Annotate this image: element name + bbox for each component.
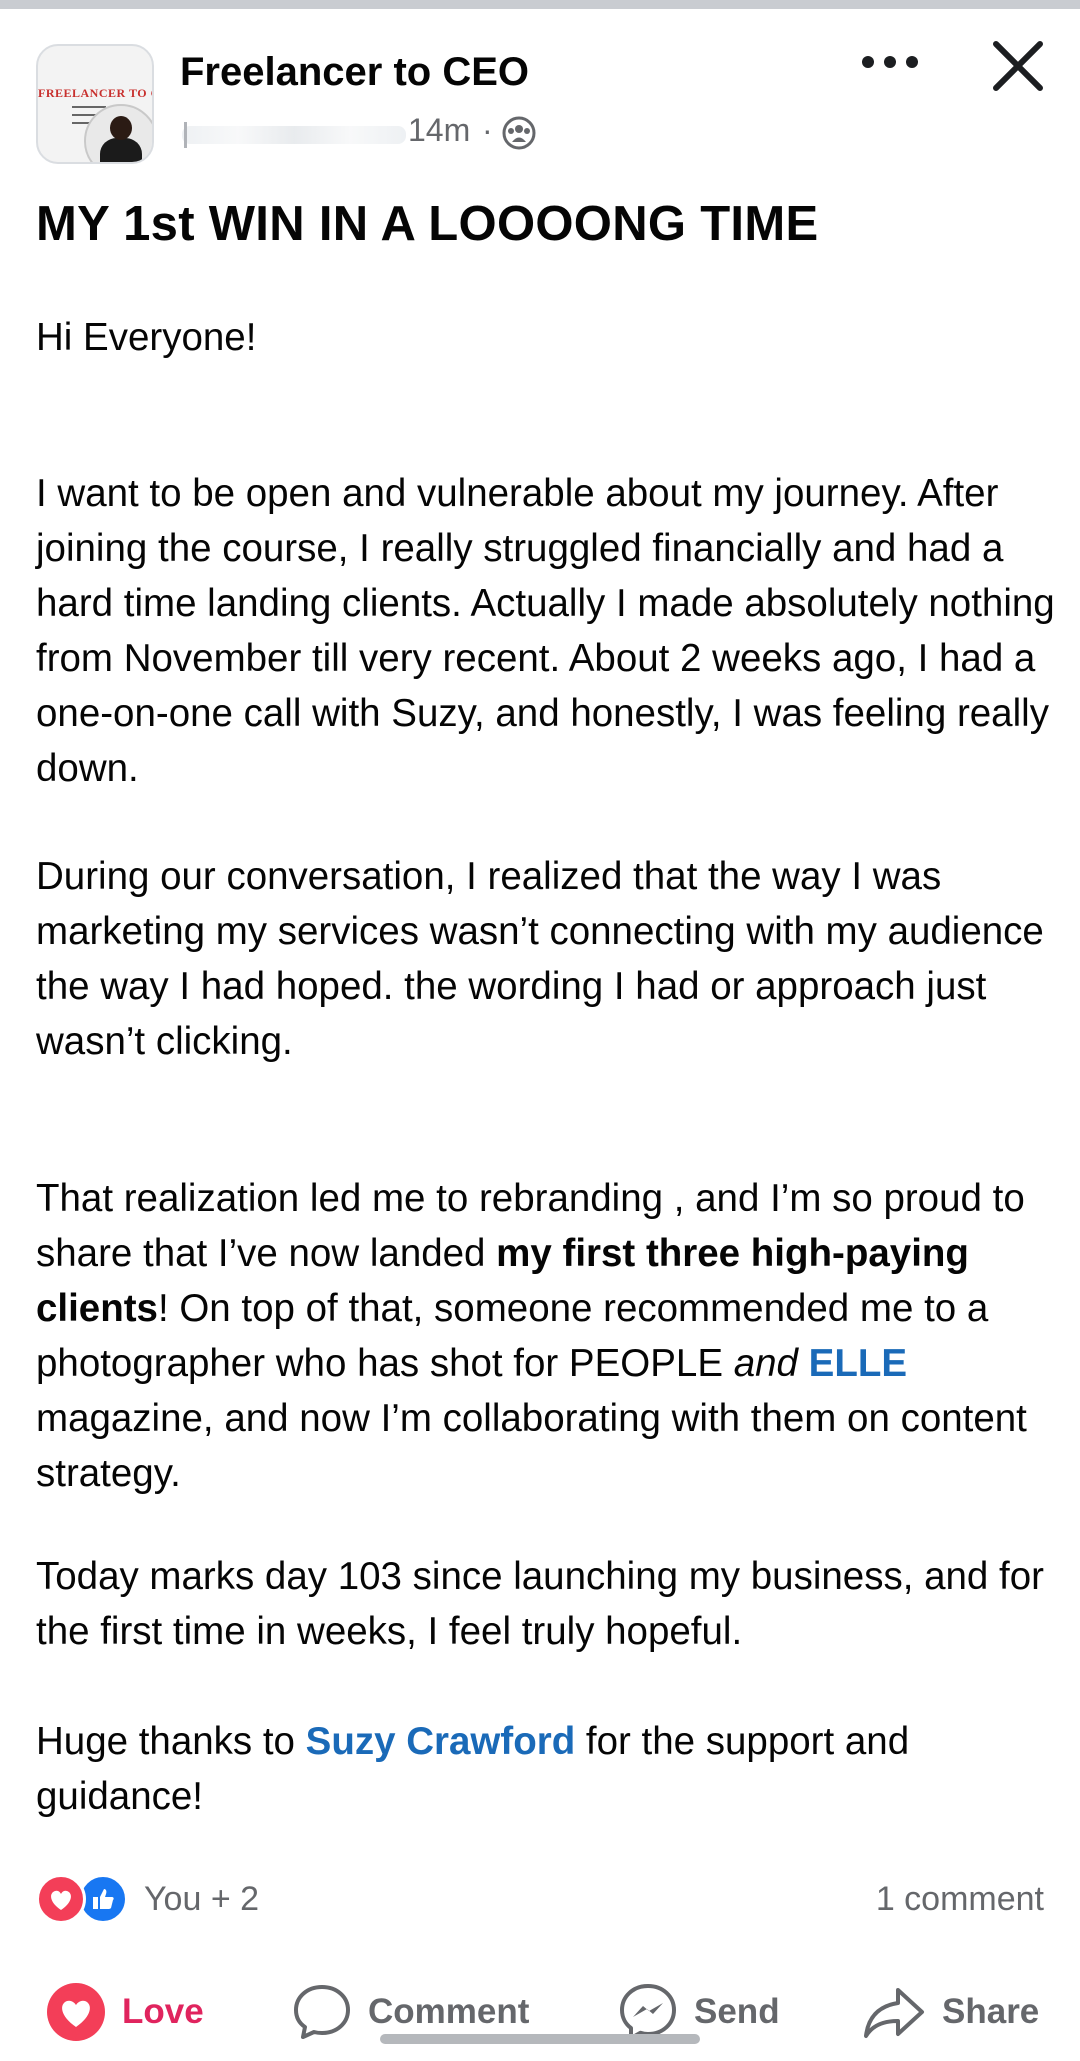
love-label: Love	[122, 1992, 204, 2031]
post-paragraph-5: Huge thanks to Suzy Crawford for the sup…	[36, 1714, 1056, 1824]
top-edge	[0, 0, 1080, 9]
italic-text: and	[733, 1342, 798, 1385]
mention-link[interactable]: Suzy Crawford	[306, 1720, 576, 1763]
post-greeting: Hi Everyone!	[36, 316, 257, 359]
reactions-summary[interactable]: You + 2	[36, 1872, 436, 1928]
redacted-author-mark	[184, 122, 187, 148]
redacted-author	[182, 126, 406, 144]
group-name[interactable]: Freelancer to CEO	[180, 50, 529, 95]
group-avatar[interactable]: FREELANCER TO CE	[36, 44, 154, 164]
messenger-icon	[620, 1984, 676, 2040]
meta-separator: ·	[482, 112, 493, 148]
comment-label: Comment	[368, 1992, 530, 2031]
post-paragraph-3: That realization led me to rebranding , …	[36, 1171, 1056, 1501]
paragraph-3-text-d: magazine, and now I’m collaborating with…	[36, 1397, 1027, 1495]
love-button[interactable]: Love	[46, 1980, 204, 2044]
love-reaction-icon	[36, 1874, 86, 1924]
group-privacy-icon	[502, 116, 536, 150]
post-meta: 14m ·	[180, 112, 560, 156]
love-icon	[47, 1983, 105, 2041]
close-icon[interactable]	[990, 38, 1046, 94]
share-button[interactable]: Share	[862, 1980, 1039, 2044]
reaction-count: You + 2	[144, 1880, 260, 1918]
post-paragraph-1: I want to be open and vulnerable about m…	[36, 472, 1055, 790]
post-title: MY 1st WIN IN A LOOOONG TIME	[36, 197, 819, 251]
more-options-icon[interactable]	[860, 50, 920, 74]
comment-icon	[294, 1985, 350, 2039]
member-photo	[84, 104, 152, 162]
home-indicator[interactable]	[380, 2034, 700, 2044]
share-icon	[864, 1988, 924, 2038]
elle-link[interactable]: ELLE	[809, 1342, 907, 1385]
group-logo-text: FREELANCER TO CE	[38, 86, 152, 100]
post-paragraph-4: Today marks day 103 since launching my b…	[36, 1555, 1044, 1653]
paragraph-3-text-c	[798, 1342, 809, 1385]
post-time[interactable]: 14m	[408, 112, 470, 149]
logo-subtext-line	[72, 106, 106, 108]
share-label: Share	[942, 1992, 1040, 2031]
comment-count[interactable]: 1 comment	[876, 1880, 1044, 1919]
paragraph-5-text-a: Huge thanks to	[36, 1720, 306, 1763]
post-paragraph-2: During our conversation, I realized that…	[36, 855, 1044, 1063]
send-label: Send	[694, 1992, 780, 2031]
